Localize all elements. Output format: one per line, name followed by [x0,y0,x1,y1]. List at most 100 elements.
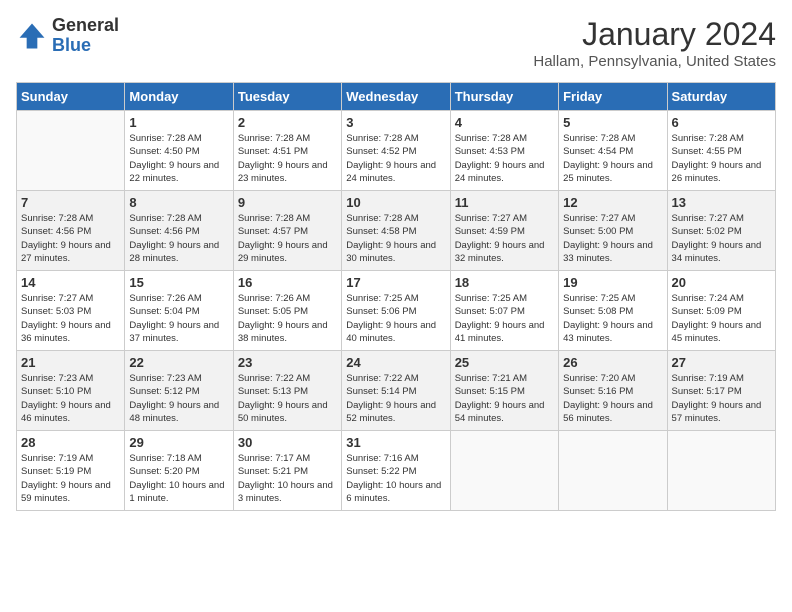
week-row-1: 1 Sunrise: 7:28 AMSunset: 4:50 PMDaylight… [17,111,776,191]
day-info: Sunrise: 7:28 AMSunset: 4:56 PMDaylight:… [21,212,120,265]
header-cell-friday: Friday [559,83,667,111]
day-info: Sunrise: 7:23 AMSunset: 5:12 PMDaylight:… [129,372,228,425]
day-number: 7 [21,195,120,210]
day-number: 27 [672,355,771,370]
logo: General Blue [16,16,119,56]
day-info: Sunrise: 7:17 AMSunset: 5:21 PMDaylight:… [238,452,337,505]
day-info: Sunrise: 7:28 AMSunset: 4:54 PMDaylight:… [563,132,662,185]
calendar-cell: 10 Sunrise: 7:28 AMSunset: 4:58 PMDayligh… [342,191,450,271]
calendar-cell: 16 Sunrise: 7:26 AMSunset: 5:05 PMDayligh… [233,271,341,351]
calendar-cell: 28Sunrise: 7:19 AMSunset: 5:19 PMDayligh… [17,431,125,511]
day-info: Sunrise: 7:28 AMSunset: 4:58 PMDaylight:… [346,212,445,265]
day-number: 24 [346,355,445,370]
calendar-cell: 25 Sunrise: 7:21 AMSunset: 5:15 PMDayligh… [450,351,558,431]
week-row-2: 7 Sunrise: 7:28 AMSunset: 4:56 PMDaylight… [17,191,776,271]
logo-blue-text: Blue [52,36,119,56]
calendar-table: SundayMondayTuesdayWednesdayThursdayFrid… [16,82,776,511]
logo-text: General Blue [52,16,119,56]
week-row-3: 14 Sunrise: 7:27 AMSunset: 5:03 PMDayligh… [17,271,776,351]
calendar-cell: 20 Sunrise: 7:24 AMSunset: 5:09 PMDayligh… [667,271,775,351]
day-info: Sunrise: 7:23 AMSunset: 5:10 PMDaylight:… [21,372,120,425]
calendar-cell: 29 Sunrise: 7:18 AMSunset: 5:20 PMDayligh… [125,431,233,511]
calendar-cell: 23 Sunrise: 7:22 AMSunset: 5:13 PMDayligh… [233,351,341,431]
header-cell-sunday: Sunday [17,83,125,111]
day-info: Sunrise: 7:27 AMSunset: 5:03 PMDaylight:… [21,292,120,345]
calendar-cell: 14 Sunrise: 7:27 AMSunset: 5:03 PMDayligh… [17,271,125,351]
calendar-cell [559,431,667,511]
week-row-5: 28Sunrise: 7:19 AMSunset: 5:19 PMDayligh… [17,431,776,511]
calendar-cell: 24 Sunrise: 7:22 AMSunset: 5:14 PMDayligh… [342,351,450,431]
logo-general-text: General [52,16,119,36]
day-number: 29 [129,435,228,450]
day-number: 1 [129,115,228,130]
day-info: Sunrise: 7:28 AMSunset: 4:57 PMDaylight:… [238,212,337,265]
day-number: 10 [346,195,445,210]
day-info: Sunrise: 7:28 AMSunset: 4:53 PMDaylight:… [455,132,554,185]
day-info: Sunrise: 7:21 AMSunset: 5:15 PMDaylight:… [455,372,554,425]
day-number: 18 [455,275,554,290]
calendar-cell: 26Sunrise: 7:20 AMSunset: 5:16 PMDayligh… [559,351,667,431]
day-info: Sunrise: 7:19 AMSunset: 5:19 PMDaylight:… [21,452,120,505]
day-number: 16 [238,275,337,290]
calendar-cell: 11 Sunrise: 7:27 AMSunset: 4:59 PMDayligh… [450,191,558,271]
day-info: Sunrise: 7:27 AMSunset: 4:59 PMDaylight:… [455,212,554,265]
location-title: Hallam, Pennsylvania, United States [533,53,776,70]
calendar-cell: 5 Sunrise: 7:28 AMSunset: 4:54 PMDaylight… [559,111,667,191]
week-row-4: 21Sunrise: 7:23 AMSunset: 5:10 PMDayligh… [17,351,776,431]
day-info: Sunrise: 7:28 AMSunset: 4:51 PMDaylight:… [238,132,337,185]
day-number: 23 [238,355,337,370]
day-number: 4 [455,115,554,130]
day-number: 31 [346,435,445,450]
calendar-cell [450,431,558,511]
logo-icon [16,20,48,52]
calendar-cell: 7 Sunrise: 7:28 AMSunset: 4:56 PMDaylight… [17,191,125,271]
day-number: 13 [672,195,771,210]
day-info: Sunrise: 7:19 AMSunset: 5:17 PMDaylight:… [672,372,771,425]
day-number: 20 [672,275,771,290]
day-info: Sunrise: 7:18 AMSunset: 5:20 PMDaylight:… [129,452,228,505]
day-info: Sunrise: 7:27 AMSunset: 5:00 PMDaylight:… [563,212,662,265]
calendar-cell: 3Sunrise: 7:28 AMSunset: 4:52 PMDaylight… [342,111,450,191]
day-info: Sunrise: 7:27 AMSunset: 5:02 PMDaylight:… [672,212,771,265]
day-info: Sunrise: 7:26 AMSunset: 5:05 PMDaylight:… [238,292,337,345]
header-cell-tuesday: Tuesday [233,83,341,111]
calendar-cell: 6Sunrise: 7:28 AMSunset: 4:55 PMDaylight… [667,111,775,191]
header-row: SundayMondayTuesdayWednesdayThursdayFrid… [17,83,776,111]
header-cell-wednesday: Wednesday [342,83,450,111]
page-header: General Blue January 2024 Hallam, Pennsy… [16,16,776,70]
header-cell-monday: Monday [125,83,233,111]
calendar-cell: 2 Sunrise: 7:28 AMSunset: 4:51 PMDaylight… [233,111,341,191]
day-info: Sunrise: 7:28 AMSunset: 4:50 PMDaylight:… [129,132,228,185]
day-number: 8 [129,195,228,210]
calendar-cell: 19Sunrise: 7:25 AMSunset: 5:08 PMDayligh… [559,271,667,351]
calendar-cell: 27 Sunrise: 7:19 AMSunset: 5:17 PMDayligh… [667,351,775,431]
day-info: Sunrise: 7:22 AMSunset: 5:13 PMDaylight:… [238,372,337,425]
calendar-cell: 30 Sunrise: 7:17 AMSunset: 5:21 PMDayligh… [233,431,341,511]
header-cell-thursday: Thursday [450,83,558,111]
day-info: Sunrise: 7:25 AMSunset: 5:08 PMDaylight:… [563,292,662,345]
day-number: 12 [563,195,662,210]
day-number: 15 [129,275,228,290]
day-info: Sunrise: 7:25 AMSunset: 5:06 PMDaylight:… [346,292,445,345]
day-number: 11 [455,195,554,210]
day-info: Sunrise: 7:24 AMSunset: 5:09 PMDaylight:… [672,292,771,345]
day-number: 17 [346,275,445,290]
day-number: 22 [129,355,228,370]
calendar-cell: 8Sunrise: 7:28 AMSunset: 4:56 PMDaylight… [125,191,233,271]
calendar-cell: 4 Sunrise: 7:28 AMSunset: 4:53 PMDaylight… [450,111,558,191]
day-info: Sunrise: 7:25 AMSunset: 5:07 PMDaylight:… [455,292,554,345]
calendar-cell: 1 Sunrise: 7:28 AMSunset: 4:50 PMDaylight… [125,111,233,191]
day-number: 3 [346,115,445,130]
day-number: 5 [563,115,662,130]
calendar-cell: 22 Sunrise: 7:23 AMSunset: 5:12 PMDayligh… [125,351,233,431]
day-number: 30 [238,435,337,450]
day-info: Sunrise: 7:20 AMSunset: 5:16 PMDaylight:… [563,372,662,425]
day-info: Sunrise: 7:22 AMSunset: 5:14 PMDaylight:… [346,372,445,425]
day-number: 25 [455,355,554,370]
calendar-cell: 18 Sunrise: 7:25 AMSunset: 5:07 PMDayligh… [450,271,558,351]
day-number: 14 [21,275,120,290]
calendar-cell: 15Sunrise: 7:26 AMSunset: 5:04 PMDayligh… [125,271,233,351]
calendar-cell: 31Sunrise: 7:16 AMSunset: 5:22 PMDayligh… [342,431,450,511]
calendar-cell: 21Sunrise: 7:23 AMSunset: 5:10 PMDayligh… [17,351,125,431]
day-number: 2 [238,115,337,130]
